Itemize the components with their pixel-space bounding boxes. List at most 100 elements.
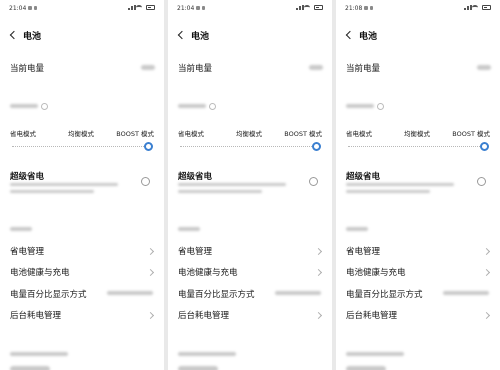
notification-icon xyxy=(196,6,200,10)
current-charge-value xyxy=(309,65,323,70)
status-time: 21:04 xyxy=(177,5,195,12)
super-saver-label: 超级省电 xyxy=(178,172,213,182)
wifi-icon xyxy=(304,5,310,10)
mode-section-header xyxy=(10,104,38,108)
menu-item-value xyxy=(107,291,153,295)
battery-section-header xyxy=(346,227,368,231)
menu-item-background-power[interactable]: 后台耗电管理 xyxy=(0,306,164,324)
mode-slider-knob[interactable] xyxy=(312,142,321,151)
menu-item-label: 电量百分比显示方式 xyxy=(346,290,423,300)
current-charge-label: 当前电量 xyxy=(10,64,45,74)
chevron-right-icon xyxy=(146,311,155,320)
menu-item-label: 省电管理 xyxy=(346,247,381,257)
signal-icon xyxy=(296,8,298,10)
mode-section-header xyxy=(346,104,374,108)
usage-list-item[interactable] xyxy=(346,366,386,370)
menu-item-label: 电量百分比显示方式 xyxy=(178,290,255,300)
signal-icon xyxy=(467,6,469,10)
menu-item-power-management[interactable]: 省电管理 xyxy=(336,242,500,260)
screenshot-strip: 21:04 电池 当前电量 省电模式 均衡模式 BOOST 模式 超级省电 省电… xyxy=(0,0,500,370)
menu-item-battery-health[interactable]: 电池健康与充电 xyxy=(0,263,164,281)
super-saver-toggle[interactable] xyxy=(141,177,150,186)
menu-item-percentage-display[interactable]: 电量百分比显示方式 xyxy=(168,285,332,303)
signal-icon xyxy=(131,6,133,10)
menu-item-label: 电池健康与充电 xyxy=(178,268,238,278)
status-time: 21:08 xyxy=(345,5,363,12)
mode-option-power-saving[interactable]: 省电模式 xyxy=(10,128,36,138)
current-charge-label: 当前电量 xyxy=(178,64,213,74)
mode-option-boost[interactable]: BOOST 模式 xyxy=(284,128,322,138)
mode-option-power-saving[interactable]: 省电模式 xyxy=(178,128,204,138)
battery-icon xyxy=(482,5,491,10)
super-saver-description xyxy=(178,190,262,193)
mode-slider-track[interactable] xyxy=(348,146,484,147)
super-saver-label: 超级省电 xyxy=(10,172,45,182)
mode-slider-knob[interactable] xyxy=(480,142,489,151)
info-icon[interactable] xyxy=(377,103,384,110)
menu-item-percentage-display[interactable]: 电量百分比显示方式 xyxy=(0,285,164,303)
chevron-left-icon[interactable] xyxy=(177,30,187,40)
battery-icon xyxy=(146,5,155,10)
mode-slider-track[interactable] xyxy=(12,146,148,147)
chevron-right-icon xyxy=(482,247,491,256)
chevron-right-icon xyxy=(314,268,323,277)
menu-item-power-management[interactable]: 省电管理 xyxy=(168,242,332,260)
chevron-right-icon xyxy=(146,268,155,277)
page-title: 电池 xyxy=(191,32,210,42)
menu-item-battery-health[interactable]: 电池健康与充电 xyxy=(336,263,500,281)
super-saver-description xyxy=(346,190,430,193)
menu-item-label: 后台耗电管理 xyxy=(10,311,62,321)
current-charge-value xyxy=(477,65,491,70)
usage-list-item[interactable] xyxy=(10,366,50,370)
menu-item-label: 省电管理 xyxy=(10,247,45,257)
menu-item-background-power[interactable]: 后台耗电管理 xyxy=(168,306,332,324)
menu-item-label: 电池健康与充电 xyxy=(346,268,406,278)
super-saver-toggle[interactable] xyxy=(477,177,486,186)
chevron-left-icon[interactable] xyxy=(345,30,355,40)
battery-settings-screen: 21:04 电池 当前电量 省电模式 均衡模式 BOOST 模式 超级省电 省电… xyxy=(168,0,332,370)
menu-item-background-power[interactable]: 后台耗电管理 xyxy=(336,306,500,324)
menu-item-power-management[interactable]: 省电管理 xyxy=(0,242,164,260)
mode-option-balanced[interactable]: 均衡模式 xyxy=(236,128,262,138)
mode-slider-knob[interactable] xyxy=(144,142,153,151)
mode-option-boost[interactable]: BOOST 模式 xyxy=(116,128,154,138)
menu-item-label: 省电管理 xyxy=(178,247,213,257)
mode-option-balanced[interactable]: 均衡模式 xyxy=(68,128,94,138)
menu-item-label: 后台耗电管理 xyxy=(346,311,398,321)
mode-option-balanced[interactable]: 均衡模式 xyxy=(404,128,430,138)
menu-item-label: 电池健康与充电 xyxy=(10,268,70,278)
battery-settings-screen: 21:08 电池 当前电量 省电模式 均衡模式 BOOST 模式 超级省电 省电… xyxy=(336,0,500,370)
current-charge-label: 当前电量 xyxy=(346,64,381,74)
mode-option-power-saving[interactable]: 省电模式 xyxy=(346,128,372,138)
usage-section-header xyxy=(10,352,68,356)
super-saver-description xyxy=(10,183,118,186)
usage-list-item[interactable] xyxy=(178,366,218,370)
super-saver-description xyxy=(10,190,94,193)
battery-settings-screen: 21:04 电池 当前电量 省电模式 均衡模式 BOOST 模式 超级省电 省电… xyxy=(0,0,164,370)
chevron-right-icon xyxy=(482,311,491,320)
current-charge-value xyxy=(141,65,155,70)
battery-icon xyxy=(314,5,323,10)
page-title: 电池 xyxy=(359,32,378,42)
super-saver-description xyxy=(346,183,454,186)
super-saver-toggle[interactable] xyxy=(309,177,318,186)
info-icon[interactable] xyxy=(41,103,48,110)
menu-item-battery-health[interactable]: 电池健康与充电 xyxy=(168,263,332,281)
menu-item-percentage-display[interactable]: 电量百分比显示方式 xyxy=(336,285,500,303)
notification-icon xyxy=(364,6,368,10)
mode-option-boost[interactable]: BOOST 模式 xyxy=(452,128,490,138)
notification-icon xyxy=(28,6,32,10)
chevron-left-icon[interactable] xyxy=(9,30,19,40)
menu-item-value xyxy=(443,291,489,295)
signal-icon xyxy=(464,8,466,10)
status-bar: 21:08 xyxy=(336,0,500,16)
info-icon[interactable] xyxy=(209,103,216,110)
notification-icon xyxy=(202,6,205,10)
notification-icon xyxy=(34,6,37,10)
wifi-icon xyxy=(472,5,478,10)
mode-slider-track[interactable] xyxy=(180,146,316,147)
status-time: 21:04 xyxy=(9,5,27,12)
chevron-right-icon xyxy=(482,268,491,277)
menu-item-label: 电量百分比显示方式 xyxy=(10,290,87,300)
signal-icon xyxy=(128,8,130,10)
